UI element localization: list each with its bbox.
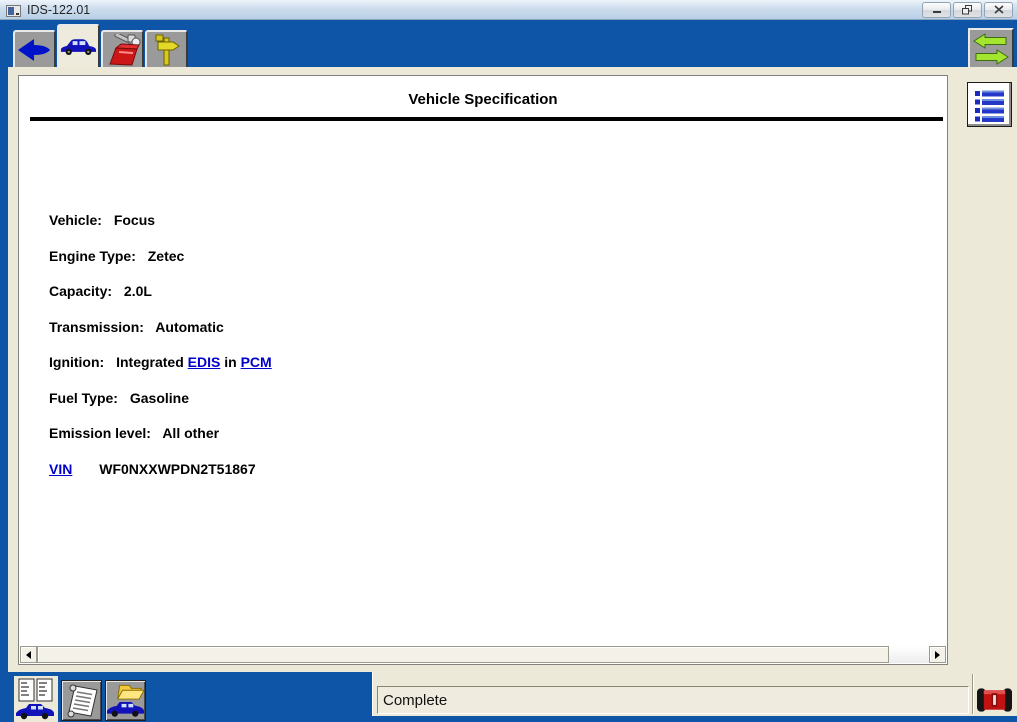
book-and-car-icon xyxy=(15,677,57,721)
spec-label: Emission level: xyxy=(49,425,151,441)
spec-row-emission: Emission level: All other xyxy=(49,425,947,461)
status-message: Complete xyxy=(377,686,969,714)
pcm-link[interactable]: PCM xyxy=(241,354,272,370)
spec-value: Gasoline xyxy=(130,390,189,406)
spec-value: All other xyxy=(162,425,219,441)
spec-value: Zetec xyxy=(148,248,185,264)
close-button[interactable] xyxy=(984,2,1013,18)
toolbox-icon xyxy=(105,34,141,66)
status-panel: Complete xyxy=(372,672,1017,716)
scrollbar-thumb[interactable] xyxy=(37,646,889,663)
restore-button[interactable] xyxy=(953,2,982,18)
scroll-left-icon xyxy=(26,651,31,659)
page-title: Vehicle Specification xyxy=(19,76,947,108)
spec-row-transmission: Transmission: Automatic xyxy=(49,319,947,355)
car-icon xyxy=(59,37,98,57)
scrollbar-track[interactable] xyxy=(889,646,929,663)
vcm-device-icon xyxy=(977,687,1012,713)
spec-row-ignition: Ignition: Integrated EDIS in PCM xyxy=(49,354,947,390)
spec-label: Ignition: xyxy=(49,354,104,370)
spec-value: Automatic xyxy=(155,319,223,335)
bottom-bar: Complete xyxy=(0,672,1017,722)
horizontal-scrollbar[interactable] xyxy=(20,646,946,663)
ids-application-window: IDS-122.01 xyxy=(0,0,1017,722)
bottom-tab-open-session[interactable] xyxy=(105,680,146,721)
status-divider xyxy=(972,674,974,714)
app-icon xyxy=(6,4,21,16)
spec-value: Focus xyxy=(114,212,155,228)
window-controls xyxy=(922,2,1014,18)
workspace: Vehicle Specification Vehicle: Focus Eng… xyxy=(0,67,1017,672)
minimize-button[interactable] xyxy=(922,2,951,18)
scroll-right-icon xyxy=(935,651,940,659)
car-with-open-folder-icon xyxy=(106,683,145,719)
titlebar: IDS-122.01 xyxy=(0,0,1017,20)
vin-value: WF0NXXWPDN2T51867 xyxy=(99,461,255,477)
edis-link[interactable]: EDIS xyxy=(188,354,221,370)
minimize-icon xyxy=(932,5,942,14)
vin-link[interactable]: VIN xyxy=(49,461,72,477)
title-rule xyxy=(30,117,943,121)
spec-label: Engine Type: xyxy=(49,248,136,264)
close-icon xyxy=(994,5,1004,14)
spec-label: Capacity: xyxy=(49,283,112,299)
spec-value: Integrated xyxy=(116,354,184,370)
paper-scroll-icon xyxy=(64,683,100,719)
tab-signpost[interactable] xyxy=(145,30,188,67)
scroll-left-button[interactable] xyxy=(20,646,37,663)
spec-row-fuel-type: Fuel Type: Gasoline xyxy=(49,390,947,426)
restore-icon xyxy=(962,5,973,15)
spec-label: Transmission: xyxy=(49,319,144,335)
bottom-tab-datalogger[interactable] xyxy=(61,680,102,721)
spec-row-capacity: Capacity: 2.0L xyxy=(49,283,947,319)
spec-row-engine-type: Engine Type: Zetec xyxy=(49,248,947,284)
spec-label: Fuel Type: xyxy=(49,390,118,406)
top-toolbar xyxy=(0,20,1017,67)
bottom-tab-vehicle-spec[interactable] xyxy=(14,676,58,722)
window-title: IDS-122.01 xyxy=(27,3,90,17)
spec-row-vin: VIN WF0NXXWPDN2T51867 xyxy=(49,461,947,497)
spec-row-vehicle: Vehicle: Focus xyxy=(49,212,947,248)
spec-value: 2.0L xyxy=(124,283,152,299)
menu-button[interactable] xyxy=(967,82,1012,127)
tab-vehicle-selected[interactable] xyxy=(57,24,100,67)
transfer-button[interactable] xyxy=(968,28,1014,67)
list-menu-icon xyxy=(974,88,1006,122)
vcm-status-button[interactable] xyxy=(976,685,1013,714)
back-arrow-icon xyxy=(16,36,54,64)
tab-toolbox[interactable] xyxy=(101,30,144,67)
spec-list: Vehicle: Focus Engine Type: Zetec Capaci… xyxy=(49,212,947,496)
tab-back[interactable] xyxy=(13,30,56,67)
spec-label: Vehicle: xyxy=(49,212,102,228)
spec-value: in xyxy=(224,354,236,370)
vehicle-specification-panel: Vehicle Specification Vehicle: Focus Eng… xyxy=(18,75,948,665)
transfer-arrows-icon xyxy=(972,32,1010,66)
signpost-icon xyxy=(152,33,182,67)
content-frame: Vehicle Specification Vehicle: Focus Eng… xyxy=(8,67,1017,672)
scroll-right-button[interactable] xyxy=(929,646,946,663)
